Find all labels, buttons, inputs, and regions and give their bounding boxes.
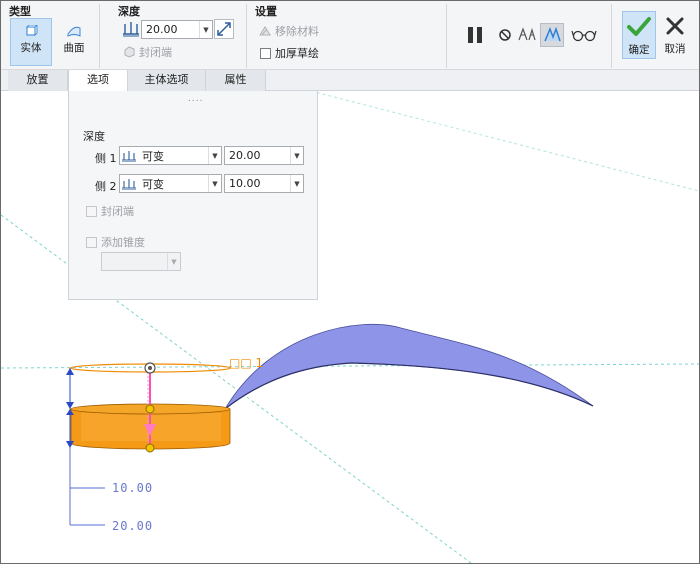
capped-ends-checkbox[interactable] [86,205,97,217]
surface-icon [67,26,81,37]
capped-ends-label: 封闭端 [139,46,172,59]
surface-type-button[interactable]: 曲面 [53,18,95,66]
depth-value-combo[interactable]: 20.00 ▼ [141,20,213,39]
cancel-button[interactable]: 取消 [658,11,692,59]
chevron-down-icon[interactable]: ▼ [208,175,221,192]
side1-type: 可变 [142,149,164,163]
side2-value: 10.00 [229,177,261,190]
confirm-button[interactable]: 确定 [622,11,656,59]
flip-arrow-icon [217,22,231,36]
capped-ends-toggle[interactable]: 封闭端 [123,44,172,60]
chevron-down-icon[interactable]: ▼ [290,175,303,192]
confirm-label: 确定 [628,44,650,56]
pause-icon [468,27,482,43]
thicken-sketch-toggle[interactable]: 加厚草绘 [260,45,319,61]
chevron-down-icon[interactable]: ▼ [199,21,212,38]
depth-option-blind-button[interactable] [121,19,141,39]
thicken-sketch-checkbox[interactable] [260,47,271,59]
capped-ends-option-label: 封闭端 [101,205,134,218]
dashboard-ribbon: 类型 实体 曲面 深度 20.00 ▼ 封闭端 设置 移除材料 加厚草绘 确定 … [1,1,699,70]
geometry-preview-button[interactable] [540,23,564,47]
taper-angle-combo[interactable]: ▼ [101,252,181,271]
blind-depth-icon [123,22,139,37]
options-panel: .... 深度 侧 1 可变 ▼ 20.00 ▼ 侧 2 可变 ▼ 10.00 … [68,91,318,300]
pause-button[interactable] [463,23,487,47]
thicken-sketch-label: 加厚草绘 [275,47,319,60]
side1-type-combo[interactable]: 可变 ▼ [119,146,222,165]
side1-value-combo[interactable]: 20.00 ▼ [224,146,304,165]
chevron-down-icon[interactable]: ▼ [167,253,180,270]
depth-handle-side2[interactable] [145,404,155,414]
side1-value: 20.00 [229,149,261,162]
extruded-surface[interactable] [224,323,594,410]
solid-type-label: 实体 [20,42,42,54]
add-taper-label: 添加锥度 [101,236,145,249]
depth-value: 20.00 [146,23,178,36]
dimension-20-value[interactable]: 20.00 [112,519,153,533]
tab-body-options[interactable]: 主体选项 [128,70,206,91]
capped-ends-icon [124,46,135,58]
add-taper-option[interactable]: 添加锥度 [86,234,145,250]
add-taper-checkbox[interactable] [86,236,97,248]
attached-preview-button[interactable] [515,23,539,47]
tab-properties[interactable]: 属性 [206,70,266,91]
verify-mode-button[interactable] [569,23,599,47]
no-preview-button[interactable] [493,23,517,47]
side2-value-combo[interactable]: 10.00 ▼ [224,174,304,193]
geometry-preview-icon [544,26,561,42]
datum-plane-line [310,91,699,192]
side2-label: 侧 2 [95,180,117,193]
sketch-dimension-label: □□ 1 [229,356,263,370]
panel-grip[interactable]: .... [188,94,203,104]
checkmark-icon [627,17,651,36]
remove-material-icon [259,26,271,36]
origin-handle [148,366,152,370]
side2-type: 可变 [142,177,164,191]
flip-direction-button[interactable] [214,19,234,39]
surface-type-label: 曲面 [63,42,85,54]
type-group-title: 类型 [9,5,31,18]
glasses-icon [571,30,597,42]
prohibit-icon [499,29,511,41]
side1-label: 侧 1 [95,152,117,165]
feature-tabs: 放置 选项 主体选项 属性 [1,70,699,92]
depth-handle-side1[interactable] [145,443,155,453]
settings-group-title: 设置 [255,5,277,18]
depth-group-title: 深度 [118,5,140,18]
blind-depth-icon [122,178,136,190]
chevron-down-icon[interactable]: ▼ [208,147,221,164]
tab-placement[interactable]: 放置 [8,70,68,91]
side2-type-combo[interactable]: 可变 ▼ [119,174,222,193]
tab-options[interactable]: 选项 [68,70,128,92]
chevron-down-icon[interactable]: ▼ [290,147,303,164]
close-icon [666,17,684,35]
dimension-10-value[interactable]: 10.00 [112,481,153,495]
remove-material-label: 移除材料 [275,25,319,38]
solid-icon [26,25,38,36]
cancel-label: 取消 [664,43,686,55]
depth-heading: 深度 [83,130,105,143]
remove-material-toggle[interactable]: 移除材料 [259,23,319,39]
solid-type-button[interactable]: 实体 [10,18,52,66]
attached-preview-icon [518,27,536,41]
blind-depth-icon [122,150,136,162]
capped-ends-option[interactable]: 封闭端 [86,203,134,219]
